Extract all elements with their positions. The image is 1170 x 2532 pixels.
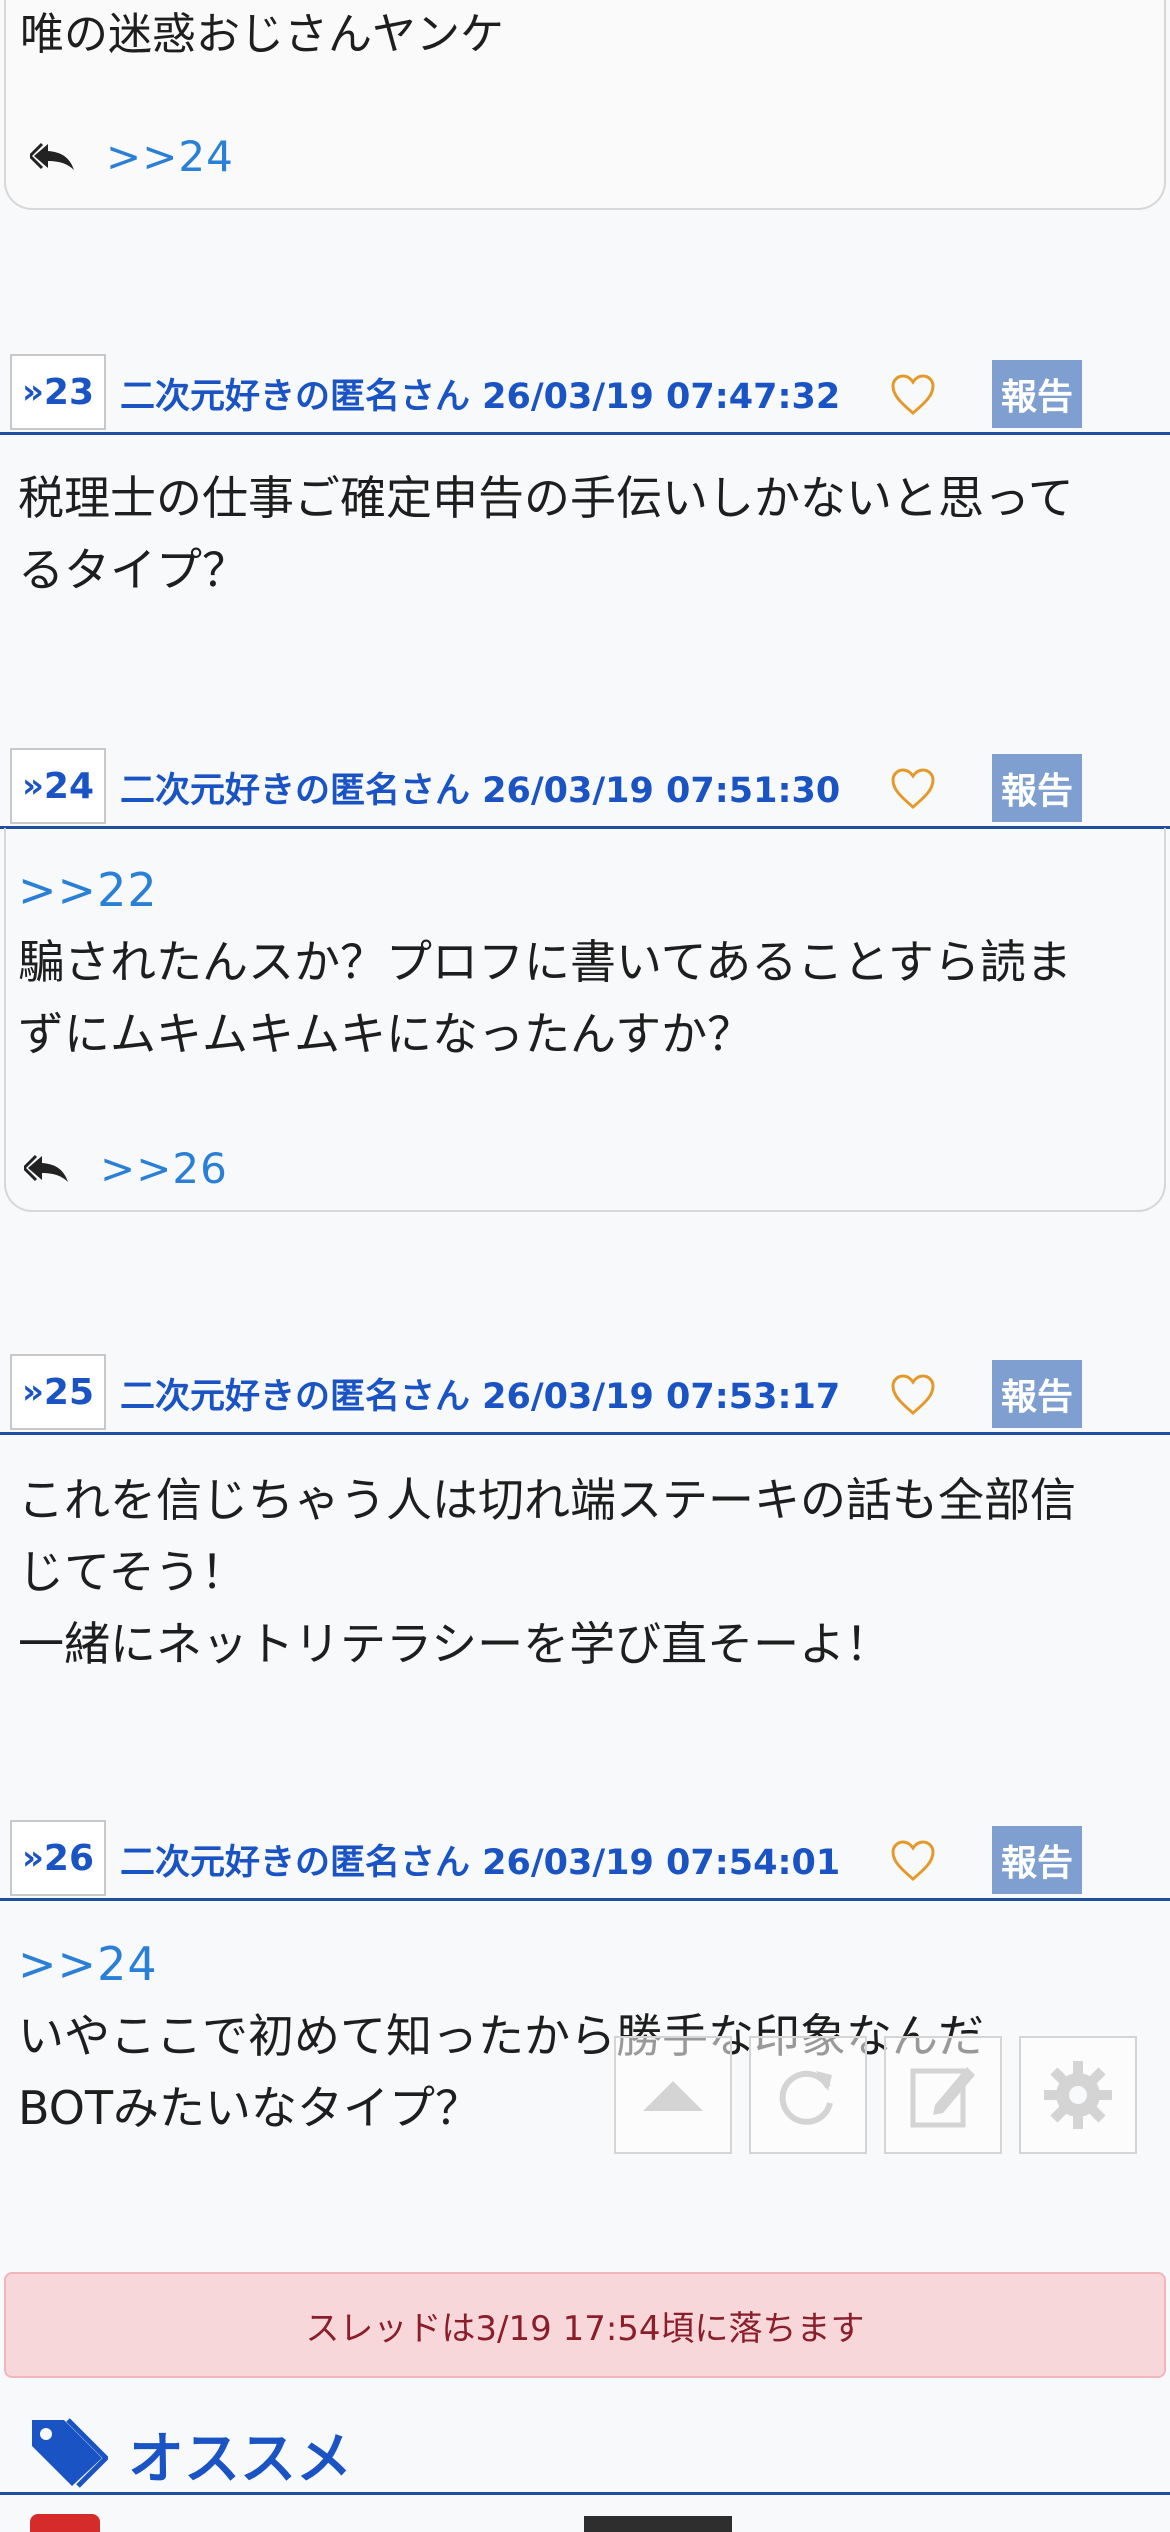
post-line: 税理士の仕事ご確定申告の手伝いしかないと思って xyxy=(18,471,1074,525)
post-number[interactable]: » 23 xyxy=(10,354,106,430)
post-body: 唯の迷惑おじさんヤンケ xyxy=(20,9,504,60)
thread-page: 唯の迷惑おじさんヤンケ >>24 » 23 二次元好きの匿名さん 26/03/19… xyxy=(0,0,1170,2532)
reply-row[interactable]: >>24 xyxy=(30,132,234,181)
double-chevron-icon: » xyxy=(21,766,44,806)
post-number[interactable]: » 24 xyxy=(10,748,106,824)
post-body: >>22 騙されたんスか？プロフに書いてあることすら読ま ずにムキムキムキになっ… xyxy=(18,854,1148,1070)
post-author-date: 二次元好きの匿名さん 26/03/19 07:53:17 xyxy=(120,1377,841,1417)
floating-toolbar xyxy=(614,2036,1154,2154)
post-line: るタイプ？ xyxy=(18,543,248,597)
anchor-link[interactable]: >>24 xyxy=(18,1928,1148,2000)
post-header: » 23 二次元好きの匿名さん 26/03/19 07:47:32 報告 xyxy=(0,352,1170,435)
post-header: » 24 二次元好きの匿名さん 26/03/19 07:51:30 報告 xyxy=(0,746,1170,829)
reply-row[interactable]: >>26 xyxy=(24,1144,228,1193)
reload-button[interactable] xyxy=(749,2036,867,2154)
reload-icon xyxy=(779,2070,833,2125)
post-line: 騙されたんスか？プロフに書いてあることすら読ま xyxy=(18,935,1072,989)
edit-button[interactable] xyxy=(884,2036,1002,2154)
report-button[interactable]: 報告 xyxy=(992,1826,1082,1894)
heart-icon[interactable] xyxy=(890,1374,936,1416)
reply-icon xyxy=(24,1154,68,1182)
recommend-section-header: オススメ xyxy=(0,2406,1170,2495)
recommend-thumbnail[interactable] xyxy=(584,2516,732,2532)
recommend-title: オススメ xyxy=(128,2427,352,2492)
reply-icon xyxy=(30,142,74,170)
edit-icon xyxy=(910,2067,975,2128)
post-header: » 26 二次元好きの匿名さん 26/03/19 07:54:01 報告 xyxy=(0,1818,1170,1901)
double-chevron-icon: » xyxy=(21,372,44,412)
post-body: 税理士の仕事ご確定申告の手伝いしかないと思って るタイプ？ xyxy=(18,462,1148,606)
post-number[interactable]: » 25 xyxy=(10,1354,106,1430)
post-line: これを信じちゃう人は切れ端ステーキの話も全部信 xyxy=(18,1473,1076,1527)
post-line: ずにムキムキムキになったんすか？ xyxy=(18,1007,754,1061)
heart-icon[interactable] xyxy=(890,374,936,416)
gear-icon xyxy=(1044,2061,1112,2129)
scroll-top-icon xyxy=(643,2081,703,2111)
report-button[interactable]: 報告 xyxy=(992,754,1082,822)
settings-button[interactable] xyxy=(1019,2036,1137,2154)
post-header: » 25 二次元好きの匿名さん 26/03/19 07:53:17 報告 xyxy=(0,1352,1170,1435)
post-number[interactable]: » 26 xyxy=(10,1820,106,1896)
post-author-date: 二次元好きの匿名さん 26/03/19 07:47:32 xyxy=(120,377,841,417)
recommend-thumbnail[interactable] xyxy=(30,2514,100,2532)
report-button[interactable]: 報告 xyxy=(992,360,1082,428)
post-22-card: 唯の迷惑おじさんヤンケ >>24 xyxy=(4,0,1166,210)
heart-icon[interactable] xyxy=(890,768,936,810)
post-author-date: 二次元好きの匿名さん 26/03/19 07:54:01 xyxy=(120,1843,841,1883)
anchor-link[interactable]: >>22 xyxy=(18,854,1148,926)
post-line: じてそう！ xyxy=(18,1545,247,1599)
reply-link[interactable]: >>24 xyxy=(106,132,234,181)
post-author-date: 二次元好きの匿名さん 26/03/19 07:51:30 xyxy=(120,771,841,811)
double-chevron-icon: » xyxy=(21,1838,44,1878)
thread-expiry-alert: スレッドは3/19 17:54頃に落ちます xyxy=(4,2272,1166,2378)
tag-icon xyxy=(32,2418,108,2488)
double-chevron-icon: » xyxy=(21,1372,44,1412)
scroll-top-button[interactable] xyxy=(614,2036,732,2154)
post-line: 一緒にネットリテラシーを学び直そーよ！ xyxy=(18,1617,892,1671)
post-body: これを信じちゃう人は切れ端ステーキの話も全部信 じてそう！ 一緒にネットリテラシ… xyxy=(18,1464,1148,1680)
report-button[interactable]: 報告 xyxy=(992,1360,1082,1428)
heart-icon[interactable] xyxy=(890,1840,936,1882)
reply-link[interactable]: >>26 xyxy=(100,1144,228,1193)
